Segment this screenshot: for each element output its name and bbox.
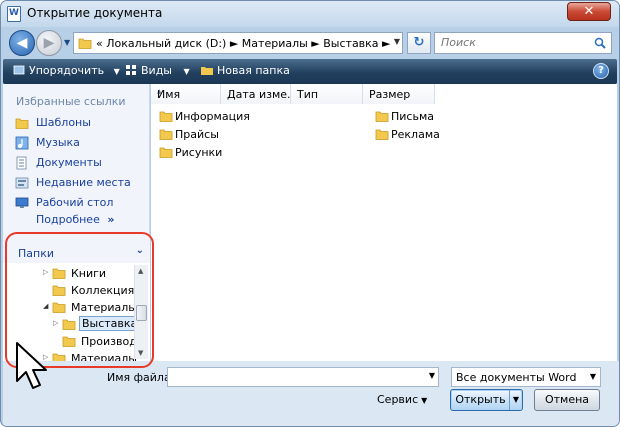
open-label: Открыть	[455, 393, 506, 406]
column-header-label: Имя	[157, 88, 181, 101]
column-header-date[interactable]: Дата изме...	[221, 84, 298, 104]
address-bar[interactable]: « Локальный диск (D:) ► Материалы ► Выст…	[73, 32, 403, 54]
window-title: Открытие документа	[27, 6, 163, 20]
column-header-label: Тип	[297, 88, 319, 101]
folder-icon	[159, 147, 173, 158]
folder-icon	[159, 111, 173, 122]
column-header-name[interactable]: ▲ Имя	[151, 84, 221, 104]
column-header-label: Дата изме...	[227, 88, 298, 101]
file-name: Прайсы	[175, 128, 219, 141]
tools-label: Сервис	[377, 393, 419, 406]
back-button[interactable]: ◀	[9, 30, 35, 56]
chevron-down-icon: ▼	[421, 396, 428, 405]
forward-arrow-icon: ▶	[43, 35, 55, 51]
more-link[interactable]: Подробнее »	[36, 213, 114, 226]
double-chevron-icon: »	[107, 213, 115, 226]
close-button[interactable]: ✕	[567, 2, 611, 21]
favorite-label: Музыка	[36, 136, 80, 149]
folder-icon	[78, 38, 92, 49]
desktop-icon	[15, 197, 29, 208]
refresh-button[interactable]: ↻	[407, 32, 431, 54]
forward-button[interactable]: ▶	[36, 30, 62, 56]
file-name: Информация	[175, 110, 250, 123]
open-document-dialog: Открытие документа ✕ ◀ ▶ ▼ « Локальный д…	[0, 0, 620, 427]
filename-combobox[interactable]: ▼	[167, 367, 439, 387]
filename-input[interactable]	[168, 368, 418, 386]
favorite-label: Рабочий стол	[36, 196, 114, 209]
filename-label: Имя файла:	[107, 371, 175, 384]
organize-icon	[13, 65, 25, 75]
back-arrow-icon: ◀	[16, 35, 28, 51]
chevron-down-icon: ▼	[589, 372, 596, 381]
more-label: Подробнее	[36, 213, 100, 226]
views-label: Виды	[141, 64, 172, 77]
address-path[interactable]: « Локальный диск (D:) ► Материалы ► Выст…	[96, 37, 391, 50]
command-toolbar: Упорядочить ▼ Виды ▼ Новая папка ?	[3, 59, 617, 84]
views-icon	[126, 65, 136, 75]
address-row: ◀ ▶ ▼ « Локальный диск (D:) ► Материалы …	[1, 27, 619, 59]
chevron-down-icon[interactable]: ▼	[429, 371, 435, 380]
file-name: Письма	[391, 110, 434, 123]
help-button[interactable]: ?	[593, 63, 609, 79]
chevron-down-icon: ▼	[113, 67, 120, 76]
title-bar: Открытие документа ✕	[1, 1, 619, 27]
dialog-footer: Имя файла: ▼ Все документы Word ▼ Сервис…	[3, 361, 619, 426]
word-document-icon	[7, 6, 21, 22]
organize-button[interactable]: Упорядочить ▼	[13, 64, 120, 77]
mouse-pointer-icon	[16, 342, 47, 389]
open-button[interactable]: Открыть ▼	[450, 389, 523, 411]
refresh-icon: ↻	[413, 35, 425, 50]
file-name: Рисунки	[175, 146, 223, 159]
recent-pages-dropdown-icon[interactable]: ▼	[64, 38, 70, 47]
new-folder-button[interactable]: Новая папка	[201, 64, 290, 77]
address-dropdown-icon[interactable]: ▼	[394, 37, 400, 46]
chevron-down-icon: ▼	[183, 67, 190, 76]
search-icon[interactable]	[594, 37, 606, 49]
recent-places-icon	[15, 177, 29, 189]
search-input[interactable]	[441, 36, 586, 49]
folder-icon	[375, 111, 389, 122]
tools-menu-button[interactable]: Сервис ▼	[377, 393, 427, 406]
cancel-button[interactable]: Отмена	[534, 389, 600, 411]
folder-icon	[159, 129, 173, 140]
organize-label: Упорядочить	[29, 64, 105, 77]
column-header-type[interactable]: Тип	[291, 84, 363, 104]
documents-icon	[16, 156, 27, 170]
column-header-label: Размер	[369, 88, 411, 101]
views-button[interactable]: Виды ▼	[125, 64, 190, 77]
favorites-header: Избранные ссылки	[16, 95, 126, 108]
open-options-dropdown-icon[interactable]: ▼	[509, 390, 522, 410]
favorite-label: Документы	[36, 156, 102, 169]
column-header-size[interactable]: Размер	[363, 84, 435, 104]
file-type-value: Все документы Word	[456, 371, 577, 384]
new-folder-label: Новая папка	[217, 64, 290, 77]
favorite-label: Недавние места	[36, 176, 131, 189]
file-list: ▲ Имя Дата изме... Тип Размер Информация…	[151, 84, 617, 361]
favorite-label: Шаблоны	[36, 116, 91, 129]
file-name: Реклама	[391, 128, 440, 141]
folder-icon	[375, 129, 389, 140]
music-icon	[15, 136, 29, 150]
new-folder-icon	[201, 67, 213, 75]
folder-icon	[15, 118, 29, 129]
file-type-select[interactable]: Все документы Word ▼	[451, 367, 601, 387]
search-box[interactable]	[434, 32, 612, 54]
